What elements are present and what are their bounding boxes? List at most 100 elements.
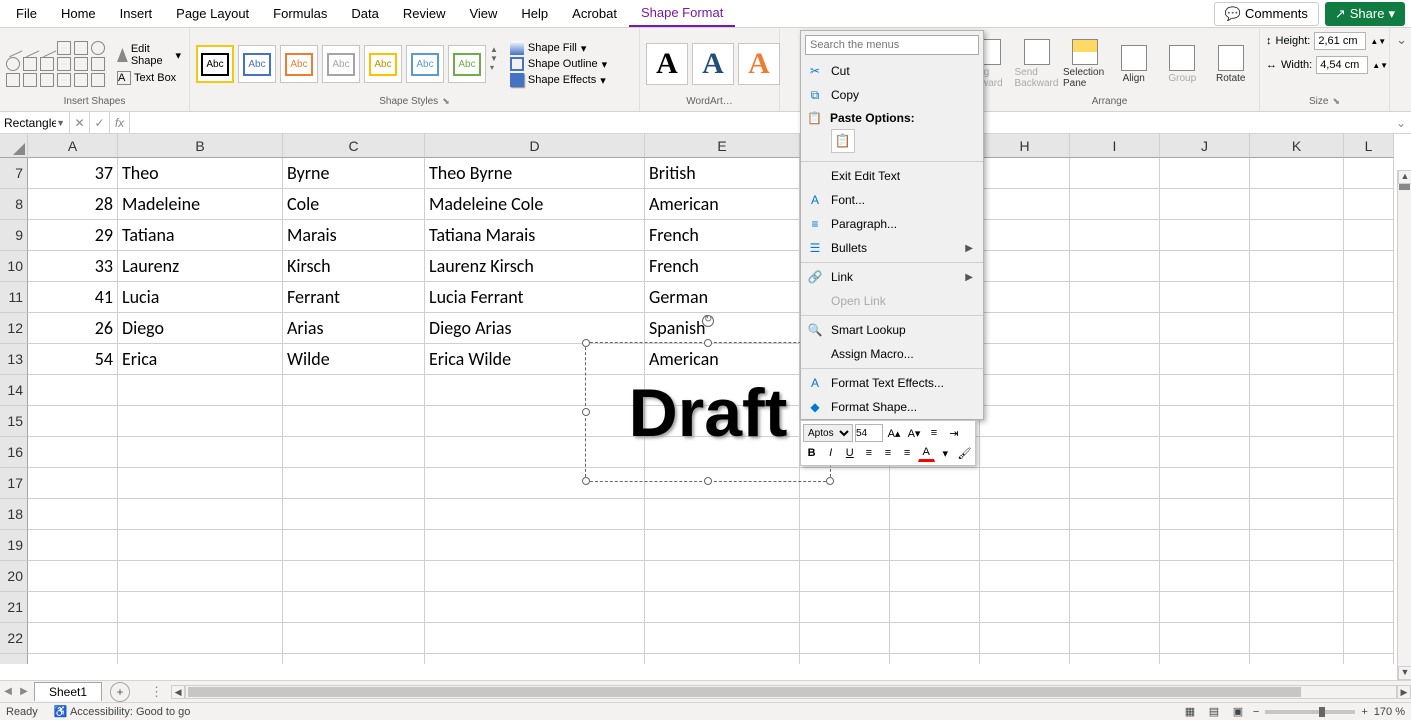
send-backward-button[interactable]: Send Backward [1015, 39, 1060, 89]
cell[interactable] [118, 623, 283, 654]
resize-handle[interactable] [826, 477, 834, 485]
cell[interactable] [1344, 344, 1394, 375]
cell[interactable] [28, 623, 118, 654]
cell[interactable] [800, 654, 890, 664]
scroll-left-icon[interactable]: ◀ [171, 685, 185, 699]
cell[interactable] [1344, 189, 1394, 220]
cell[interactable] [1344, 313, 1394, 344]
zoom-out-button[interactable]: − [1253, 706, 1259, 718]
cell[interactable] [28, 561, 118, 592]
cell[interactable] [1250, 468, 1344, 499]
cell[interactable]: Laurenz [118, 251, 283, 282]
cell[interactable] [1070, 654, 1160, 664]
cell[interactable] [1070, 592, 1160, 623]
cell[interactable]: Diego [118, 313, 283, 344]
cell[interactable] [1250, 561, 1344, 592]
cell[interactable] [28, 530, 118, 561]
cell[interactable]: Lucia Ferrant [425, 282, 645, 313]
cell[interactable] [1344, 592, 1394, 623]
cell[interactable] [1160, 220, 1250, 251]
cell[interactable]: French [645, 220, 800, 251]
col-header[interactable]: H [980, 134, 1070, 158]
align-button[interactable]: ≡ [925, 424, 943, 442]
cell[interactable] [283, 468, 425, 499]
cell[interactable]: Byrne [283, 158, 425, 189]
mini-font-size[interactable] [855, 424, 883, 442]
cell[interactable] [1344, 530, 1394, 561]
tab-page-layout[interactable]: Page Layout [164, 1, 261, 26]
cell[interactable] [645, 499, 800, 530]
cell[interactable] [28, 499, 118, 530]
cell[interactable] [980, 561, 1070, 592]
tab-insert[interactable]: Insert [108, 1, 165, 26]
paste-option-button[interactable]: 📋 [831, 129, 855, 153]
cell[interactable]: Marais [283, 220, 425, 251]
cell[interactable] [1160, 623, 1250, 654]
cell[interactable] [980, 282, 1070, 313]
cell[interactable]: Diego Arias [425, 313, 645, 344]
cell[interactable] [283, 592, 425, 623]
wordart-gallery[interactable]: A A A [646, 43, 780, 85]
cell[interactable] [118, 437, 283, 468]
ctx-link[interactable]: 🔗Link▶ [801, 265, 983, 289]
cell[interactable] [118, 592, 283, 623]
cell[interactable] [1344, 654, 1394, 664]
row-header[interactable]: 10 [0, 251, 28, 282]
col-header[interactable]: L [1344, 134, 1394, 158]
cell[interactable] [425, 561, 645, 592]
cell[interactable] [1250, 344, 1344, 375]
cell[interactable] [118, 499, 283, 530]
rotate-handle[interactable] [702, 315, 714, 327]
cell[interactable] [425, 530, 645, 561]
ctx-bullets[interactable]: ☰Bullets▶ [801, 236, 983, 260]
cell[interactable] [1070, 282, 1160, 313]
cell[interactable]: 33 [28, 251, 118, 282]
cell[interactable] [890, 561, 980, 592]
col-header[interactable]: K [1250, 134, 1344, 158]
cell[interactable]: French [645, 251, 800, 282]
row-header[interactable]: 21 [0, 592, 28, 623]
cell[interactable] [980, 406, 1070, 437]
tab-formulas[interactable]: Formulas [261, 1, 339, 26]
cell[interactable] [1070, 561, 1160, 592]
bold-button[interactable]: B [803, 444, 820, 462]
ctx-paragraph[interactable]: ≡Paragraph... [801, 212, 983, 236]
resize-handle[interactable] [704, 339, 712, 347]
cell[interactable] [980, 220, 1070, 251]
cell[interactable]: 26 [28, 313, 118, 344]
cell[interactable]: 28 [28, 189, 118, 220]
cell[interactable] [1344, 406, 1394, 437]
cell[interactable] [1160, 189, 1250, 220]
cell[interactable] [283, 561, 425, 592]
shape-outline-button[interactable]: Shape Outline▾ [510, 57, 607, 71]
cell[interactable] [980, 375, 1070, 406]
ctx-exit-edit-text[interactable]: Exit Edit Text [801, 164, 983, 188]
text-box-button[interactable]: AText Box [115, 70, 183, 86]
cell[interactable] [28, 406, 118, 437]
cell[interactable] [425, 499, 645, 530]
cell[interactable] [980, 530, 1070, 561]
sheet-tab[interactable]: Sheet1 [34, 682, 102, 701]
cell[interactable]: British [645, 158, 800, 189]
add-sheet-button[interactable]: + [110, 682, 130, 702]
fx-button[interactable]: fx [110, 112, 130, 133]
col-header[interactable]: C [283, 134, 425, 158]
cell[interactable] [283, 654, 425, 664]
cell[interactable] [800, 530, 890, 561]
zoom-in-button[interactable]: + [1361, 706, 1367, 718]
row-header[interactable]: 13 [0, 344, 28, 375]
cell[interactable] [1250, 654, 1344, 664]
cell[interactable] [1070, 344, 1160, 375]
zoom-level[interactable]: 170 % [1374, 706, 1405, 718]
cell[interactable] [645, 530, 800, 561]
cell[interactable] [1070, 251, 1160, 282]
tab-help[interactable]: Help [509, 1, 560, 26]
ctx-format-shape[interactable]: ◆Format Shape... [801, 395, 983, 419]
cell[interactable] [1160, 251, 1250, 282]
cell[interactable] [1344, 375, 1394, 406]
cell[interactable] [1160, 468, 1250, 499]
cell[interactable] [283, 623, 425, 654]
resize-handle[interactable] [582, 477, 590, 485]
cell[interactable] [890, 530, 980, 561]
group-button[interactable]: Group [1160, 45, 1205, 84]
